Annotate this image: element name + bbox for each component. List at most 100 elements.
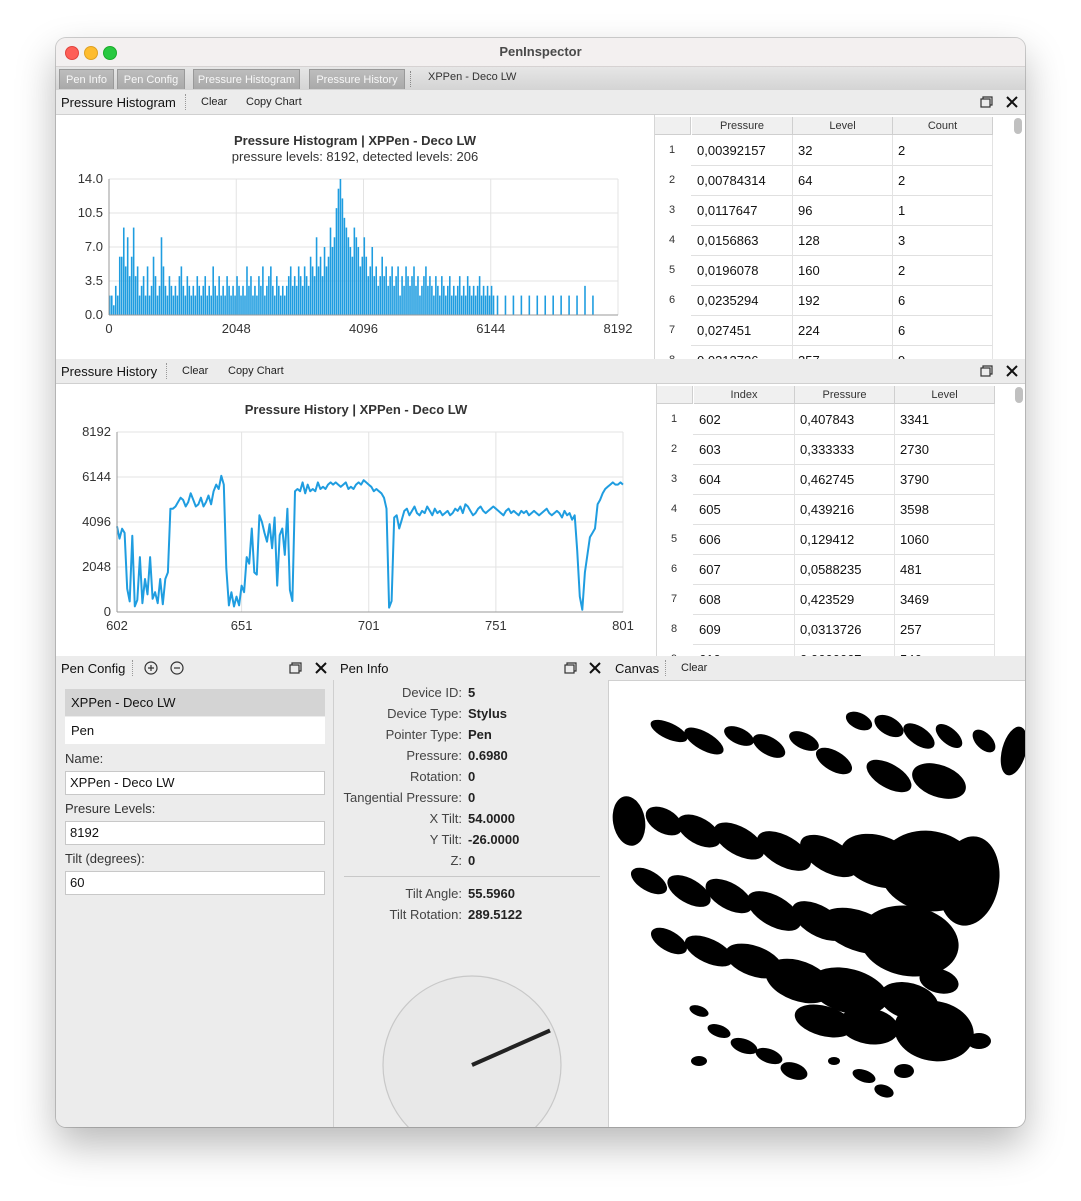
- y-tick-label: 0.0: [85, 307, 103, 322]
- table-cell[interactable]: 0,027451: [697, 323, 751, 338]
- table-cell[interactable]: 0,333333: [800, 442, 854, 457]
- add-icon[interactable]: [143, 660, 159, 676]
- drawing-canvas[interactable]: [609, 681, 1025, 1127]
- table-cell[interactable]: 0,0235294: [697, 293, 758, 308]
- history-clear-button[interactable]: Clear: [182, 365, 208, 377]
- table-cell[interactable]: 606: [699, 532, 721, 547]
- tab-pressure-histogram[interactable]: Pressure Histogram: [193, 69, 300, 89]
- column-header[interactable]: Level: [895, 386, 995, 404]
- table-cell[interactable]: 0,0156863: [697, 233, 758, 248]
- table-cell[interactable]: 3469: [900, 592, 929, 607]
- histogram-bar: [435, 276, 437, 315]
- tab-pen-config[interactable]: Pen Config: [117, 69, 185, 89]
- table-cell[interactable]: 192: [798, 293, 820, 308]
- column-divider: [892, 255, 893, 285]
- column-header[interactable]: Count: [893, 117, 993, 135]
- table-cell[interactable]: 603: [699, 442, 721, 457]
- restore-icon[interactable]: [978, 94, 994, 110]
- table-cell[interactable]: 1: [898, 203, 905, 218]
- table-cell[interactable]: 32: [798, 143, 812, 158]
- table-cell[interactable]: 0,462745: [800, 472, 854, 487]
- histogram-bar: [150, 285, 153, 315]
- history-copy-chart-button[interactable]: Copy Chart: [228, 365, 284, 377]
- remove-icon[interactable]: [169, 660, 185, 676]
- close-icon[interactable]: [1004, 94, 1020, 110]
- histogram-bar: [311, 266, 314, 315]
- restore-icon[interactable]: [287, 660, 303, 676]
- histogram-bar: [486, 285, 489, 315]
- pressure-levels-field[interactable]: 8192: [65, 821, 325, 845]
- table-cell[interactable]: 0,00784314: [697, 173, 766, 188]
- table-cell[interactable]: 609: [699, 622, 721, 637]
- histogram-bar: [399, 295, 401, 315]
- row-divider: [691, 255, 993, 256]
- table-cell[interactable]: 0,439216: [800, 502, 854, 517]
- table-cell[interactable]: 0,0117647: [697, 203, 758, 218]
- device-list-item[interactable]: XPPen - Deco LW: [65, 689, 325, 716]
- histogram-bar: [152, 256, 155, 315]
- table-cell[interactable]: 481: [900, 562, 922, 577]
- table-cell[interactable]: 128: [798, 233, 820, 248]
- table-cell[interactable]: 608: [699, 592, 721, 607]
- column-divider: [792, 345, 793, 359]
- tab-pen-info[interactable]: Pen Info: [59, 69, 114, 89]
- tilt-field[interactable]: 60: [65, 871, 325, 895]
- histogram-clear-button[interactable]: Clear: [201, 96, 227, 108]
- info-label: X Tilt:: [429, 811, 462, 826]
- table-cell[interactable]: 3598: [900, 502, 929, 517]
- table-cell[interactable]: 2730: [900, 442, 929, 457]
- table-cell[interactable]: 0,423529: [800, 592, 854, 607]
- table-cell[interactable]: 2: [898, 263, 905, 278]
- table-cell[interactable]: 224: [798, 323, 820, 338]
- histogram-bar: [138, 295, 141, 315]
- table-cell[interactable]: 605: [699, 502, 721, 517]
- table-cell[interactable]: 0,0196078: [697, 263, 758, 278]
- tab-pressure-history[interactable]: Pressure History: [309, 69, 405, 89]
- histogram-bar: [264, 295, 266, 315]
- histogram-bar: [278, 285, 280, 315]
- column-header[interactable]: Pressure: [795, 386, 895, 404]
- table-cell[interactable]: 0,00392157: [697, 143, 766, 158]
- column-header[interactable]: Level: [793, 117, 893, 135]
- histogram-bar: [230, 295, 232, 315]
- close-icon[interactable]: [587, 660, 603, 676]
- table-cell[interactable]: 96: [798, 203, 812, 218]
- column-divider: [994, 614, 995, 644]
- column-header[interactable]: Index: [694, 386, 795, 404]
- table-cell[interactable]: 3790: [900, 472, 929, 487]
- name-field[interactable]: XPPen - Deco LW: [65, 771, 325, 795]
- histogram-table-scrollbar[interactable]: [1014, 118, 1022, 134]
- close-icon[interactable]: [1004, 363, 1020, 379]
- table-cell[interactable]: 1060: [900, 532, 929, 547]
- restore-icon[interactable]: [562, 660, 578, 676]
- tilt-info-label: Tilt Angle:: [405, 886, 462, 901]
- restore-icon[interactable]: [978, 363, 994, 379]
- histogram-bar: [325, 266, 328, 315]
- table-cell[interactable]: 2: [898, 173, 905, 188]
- canvas-clear-button[interactable]: Clear: [681, 662, 707, 674]
- table-cell[interactable]: 602: [699, 412, 721, 427]
- table-cell[interactable]: 6: [898, 293, 905, 308]
- table-cell[interactable]: 607: [699, 562, 721, 577]
- table-cell[interactable]: 0,0313726: [800, 622, 861, 637]
- table-cell[interactable]: 3341: [900, 412, 929, 427]
- table-cell[interactable]: 2: [898, 143, 905, 158]
- histogram-copy-chart-button[interactable]: Copy Chart: [246, 96, 302, 108]
- history-table-scrollbar[interactable]: [1015, 387, 1023, 403]
- table-cell[interactable]: 160: [798, 263, 820, 278]
- column-divider: [794, 614, 795, 644]
- table-cell[interactable]: 0,0588235: [800, 562, 861, 577]
- column-header[interactable]: Pressure: [692, 117, 793, 135]
- table-cell[interactable]: 257: [900, 622, 922, 637]
- table-cell[interactable]: 6: [898, 323, 905, 338]
- table-cell[interactable]: 604: [699, 472, 721, 487]
- table-cell[interactable]: 0,129412: [800, 532, 854, 547]
- device-list-item[interactable]: Pen: [65, 717, 325, 744]
- close-icon[interactable]: [313, 660, 329, 676]
- table-corner: [655, 117, 691, 135]
- table-cell[interactable]: 3: [898, 233, 905, 248]
- histogram-bar: [417, 276, 419, 315]
- table-cell[interactable]: 0,407843: [800, 412, 854, 427]
- table-cell[interactable]: 64: [798, 173, 812, 188]
- histogram-bar: [136, 266, 139, 315]
